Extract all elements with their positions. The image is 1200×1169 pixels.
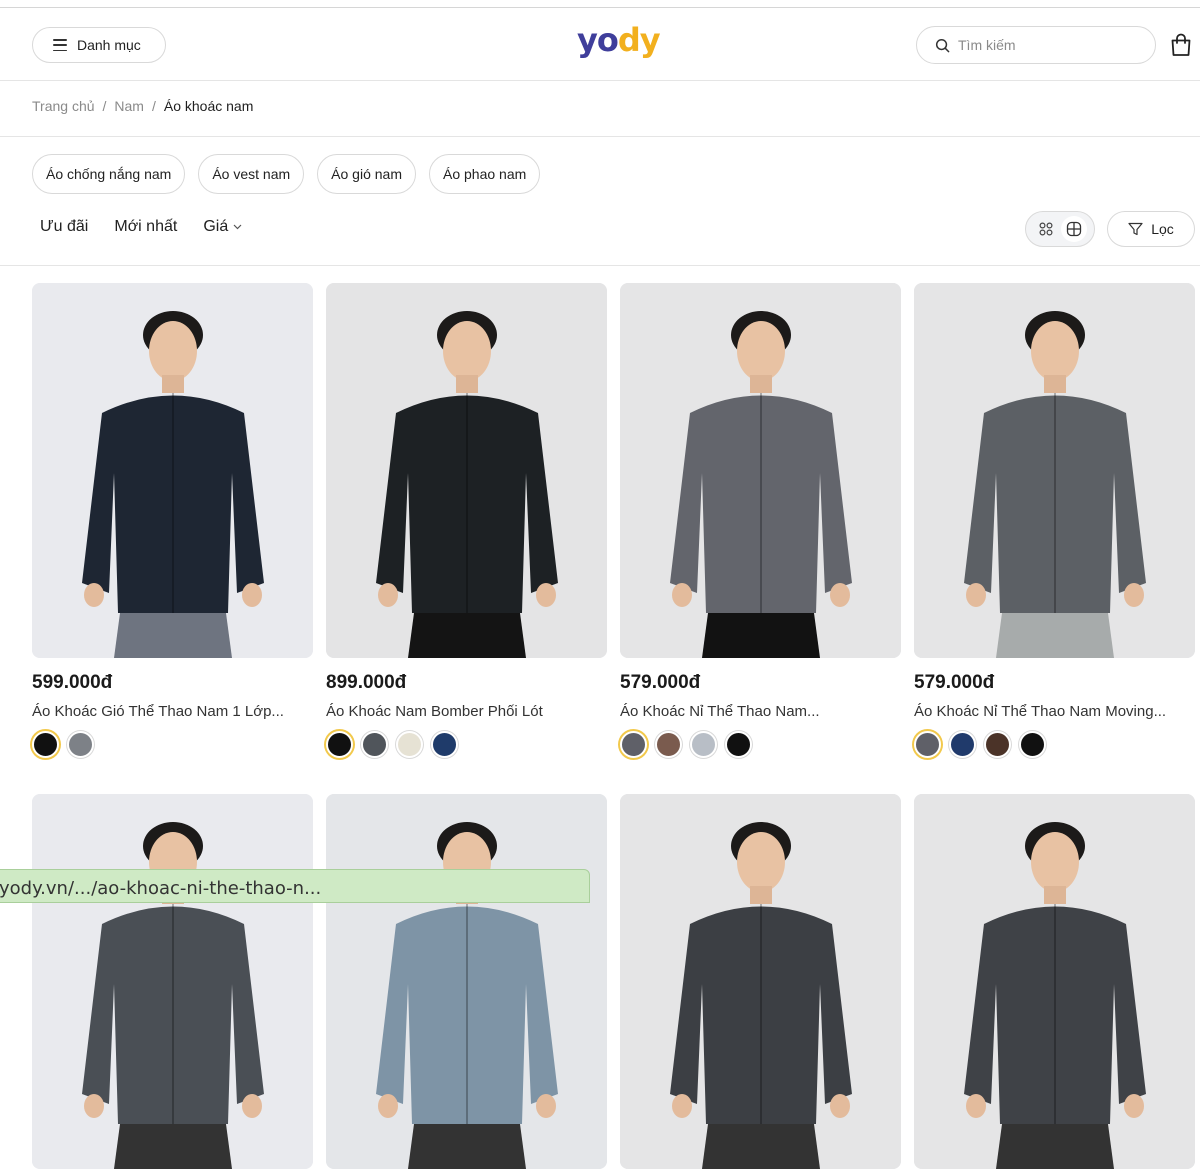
category-menu-button[interactable]: Danh mục: [32, 27, 166, 63]
search-box[interactable]: [916, 26, 1156, 64]
grid-dots-icon: [1039, 222, 1053, 236]
product-image[interactable]: [326, 794, 607, 1169]
color-swatch[interactable]: [914, 731, 941, 758]
divider: [0, 136, 1200, 137]
product-card[interactable]: [32, 794, 313, 1169]
breadcrumb-home[interactable]: Trang chủ: [32, 98, 95, 114]
search-input[interactable]: [958, 37, 1138, 53]
chevron-down-icon: [233, 224, 242, 230]
model-photo-illustration: [326, 283, 607, 658]
search-icon: [935, 38, 950, 52]
breadcrumb-current: Áo khoác nam: [163, 98, 254, 114]
product-name[interactable]: Áo Khoác Nỉ Thể Thao Nam Moving...: [914, 703, 1195, 720]
subcategory-chips: Áo chống nắng nam Áo vest nam Áo gió nam…: [32, 154, 541, 194]
divider: [0, 265, 1200, 266]
color-swatch[interactable]: [32, 731, 59, 758]
sort-price-label: Giá: [203, 218, 229, 235]
sort-options: Ưu đãi Mới nhất Giá: [40, 218, 242, 236]
product-image[interactable]: [914, 283, 1195, 658]
hamburger-icon: [53, 39, 67, 51]
color-swatch[interactable]: [361, 731, 388, 758]
model-photo-illustration: [914, 794, 1195, 1169]
logo-part-dy: dy: [617, 21, 661, 59]
product-card[interactable]: [620, 794, 901, 1169]
color-swatch[interactable]: [326, 731, 353, 758]
sort-price[interactable]: Giá: [203, 218, 242, 236]
product-card[interactable]: 579.000đ Áo Khoác Nỉ Thể Thao Nam...: [620, 283, 901, 758]
shopping-bag-icon[interactable]: [1170, 33, 1192, 57]
product-name[interactable]: Áo Khoác Nam Bomber Phối Lót: [326, 703, 607, 720]
chip-windbreaker[interactable]: Áo gió nam: [317, 154, 416, 194]
product-price: 599.000đ: [32, 672, 113, 693]
filter-icon: [1128, 222, 1143, 236]
product-image[interactable]: [620, 794, 901, 1169]
site-header: Danh mục yody: [0, 8, 1200, 81]
chip-puffer[interactable]: Áo phao nam: [428, 154, 541, 194]
product-name[interactable]: Áo Khoác Nỉ Thể Thao Nam...: [620, 703, 901, 720]
model-photo-illustration: [620, 794, 901, 1169]
product-image[interactable]: [620, 283, 901, 658]
product-price: 899.000đ: [326, 672, 407, 693]
color-swatch[interactable]: [725, 731, 752, 758]
product-name[interactable]: Áo Khoác Gió Thể Thao Nam 1 Lớp...: [32, 703, 313, 720]
color-swatch[interactable]: [690, 731, 717, 758]
product-image[interactable]: [326, 283, 607, 658]
sort-promo[interactable]: Ưu đãi: [40, 218, 88, 236]
color-swatch[interactable]: [67, 731, 94, 758]
link-status-bar: yody.vn/.../ao-khoac-ni-the-thao-n...: [0, 869, 590, 903]
product-card[interactable]: 579.000đ Áo Khoác Nỉ Thể Thao Nam Moving…: [914, 283, 1195, 758]
color-swatch[interactable]: [984, 731, 1011, 758]
model-photo-illustration: [620, 283, 901, 658]
logo-part-yo: yo: [577, 21, 619, 59]
filter-button[interactable]: Lọc: [1107, 211, 1195, 247]
product-image[interactable]: [32, 794, 313, 1169]
chip-sun-protection-jacket[interactable]: Áo chống nắng nam: [32, 154, 186, 194]
color-swatch[interactable]: [1019, 731, 1046, 758]
product-image[interactable]: [914, 794, 1195, 1169]
breadcrumb: Trang chủ / Nam / Áo khoác nam: [32, 98, 253, 114]
product-card[interactable]: [914, 794, 1195, 1169]
product-card[interactable]: 899.000đ Áo Khoác Nam Bomber Phối Lót: [326, 283, 607, 758]
model-photo-illustration: [32, 283, 313, 658]
color-swatches: [620, 731, 901, 758]
color-swatches: [32, 731, 313, 758]
color-swatch[interactable]: [396, 731, 423, 758]
model-photo-illustration: [326, 794, 607, 1169]
breadcrumb-separator: /: [102, 98, 107, 114]
yody-logo[interactable]: yody: [577, 21, 661, 59]
color-swatch[interactable]: [620, 731, 647, 758]
chip-vest[interactable]: Áo vest nam: [198, 154, 305, 194]
color-swatches: [326, 731, 607, 758]
color-swatch[interactable]: [949, 731, 976, 758]
product-card[interactable]: 599.000đ Áo Khoác Gió Thể Thao Nam 1 Lớp…: [32, 283, 313, 758]
product-card[interactable]: [326, 794, 607, 1169]
product-image[interactable]: [32, 283, 313, 658]
color-swatch[interactable]: [431, 731, 458, 758]
model-photo-illustration: [914, 283, 1195, 658]
color-swatch[interactable]: [655, 731, 682, 758]
sort-newest[interactable]: Mới nhất: [114, 218, 177, 236]
grid-small-view-button[interactable]: [1033, 216, 1059, 242]
product-price: 579.000đ: [914, 672, 995, 693]
grid-large-icon: [1066, 221, 1082, 237]
breadcrumb-separator: /: [151, 98, 156, 114]
breadcrumb-men[interactable]: Nam: [114, 98, 144, 114]
category-menu-label: Danh mục: [77, 37, 141, 53]
view-toggle: [1025, 211, 1095, 247]
grid-large-view-button[interactable]: [1061, 216, 1087, 242]
color-swatches: [914, 731, 1195, 758]
filter-label: Lọc: [1151, 221, 1174, 237]
product-price: 579.000đ: [620, 672, 701, 693]
model-photo-illustration: [32, 794, 313, 1169]
